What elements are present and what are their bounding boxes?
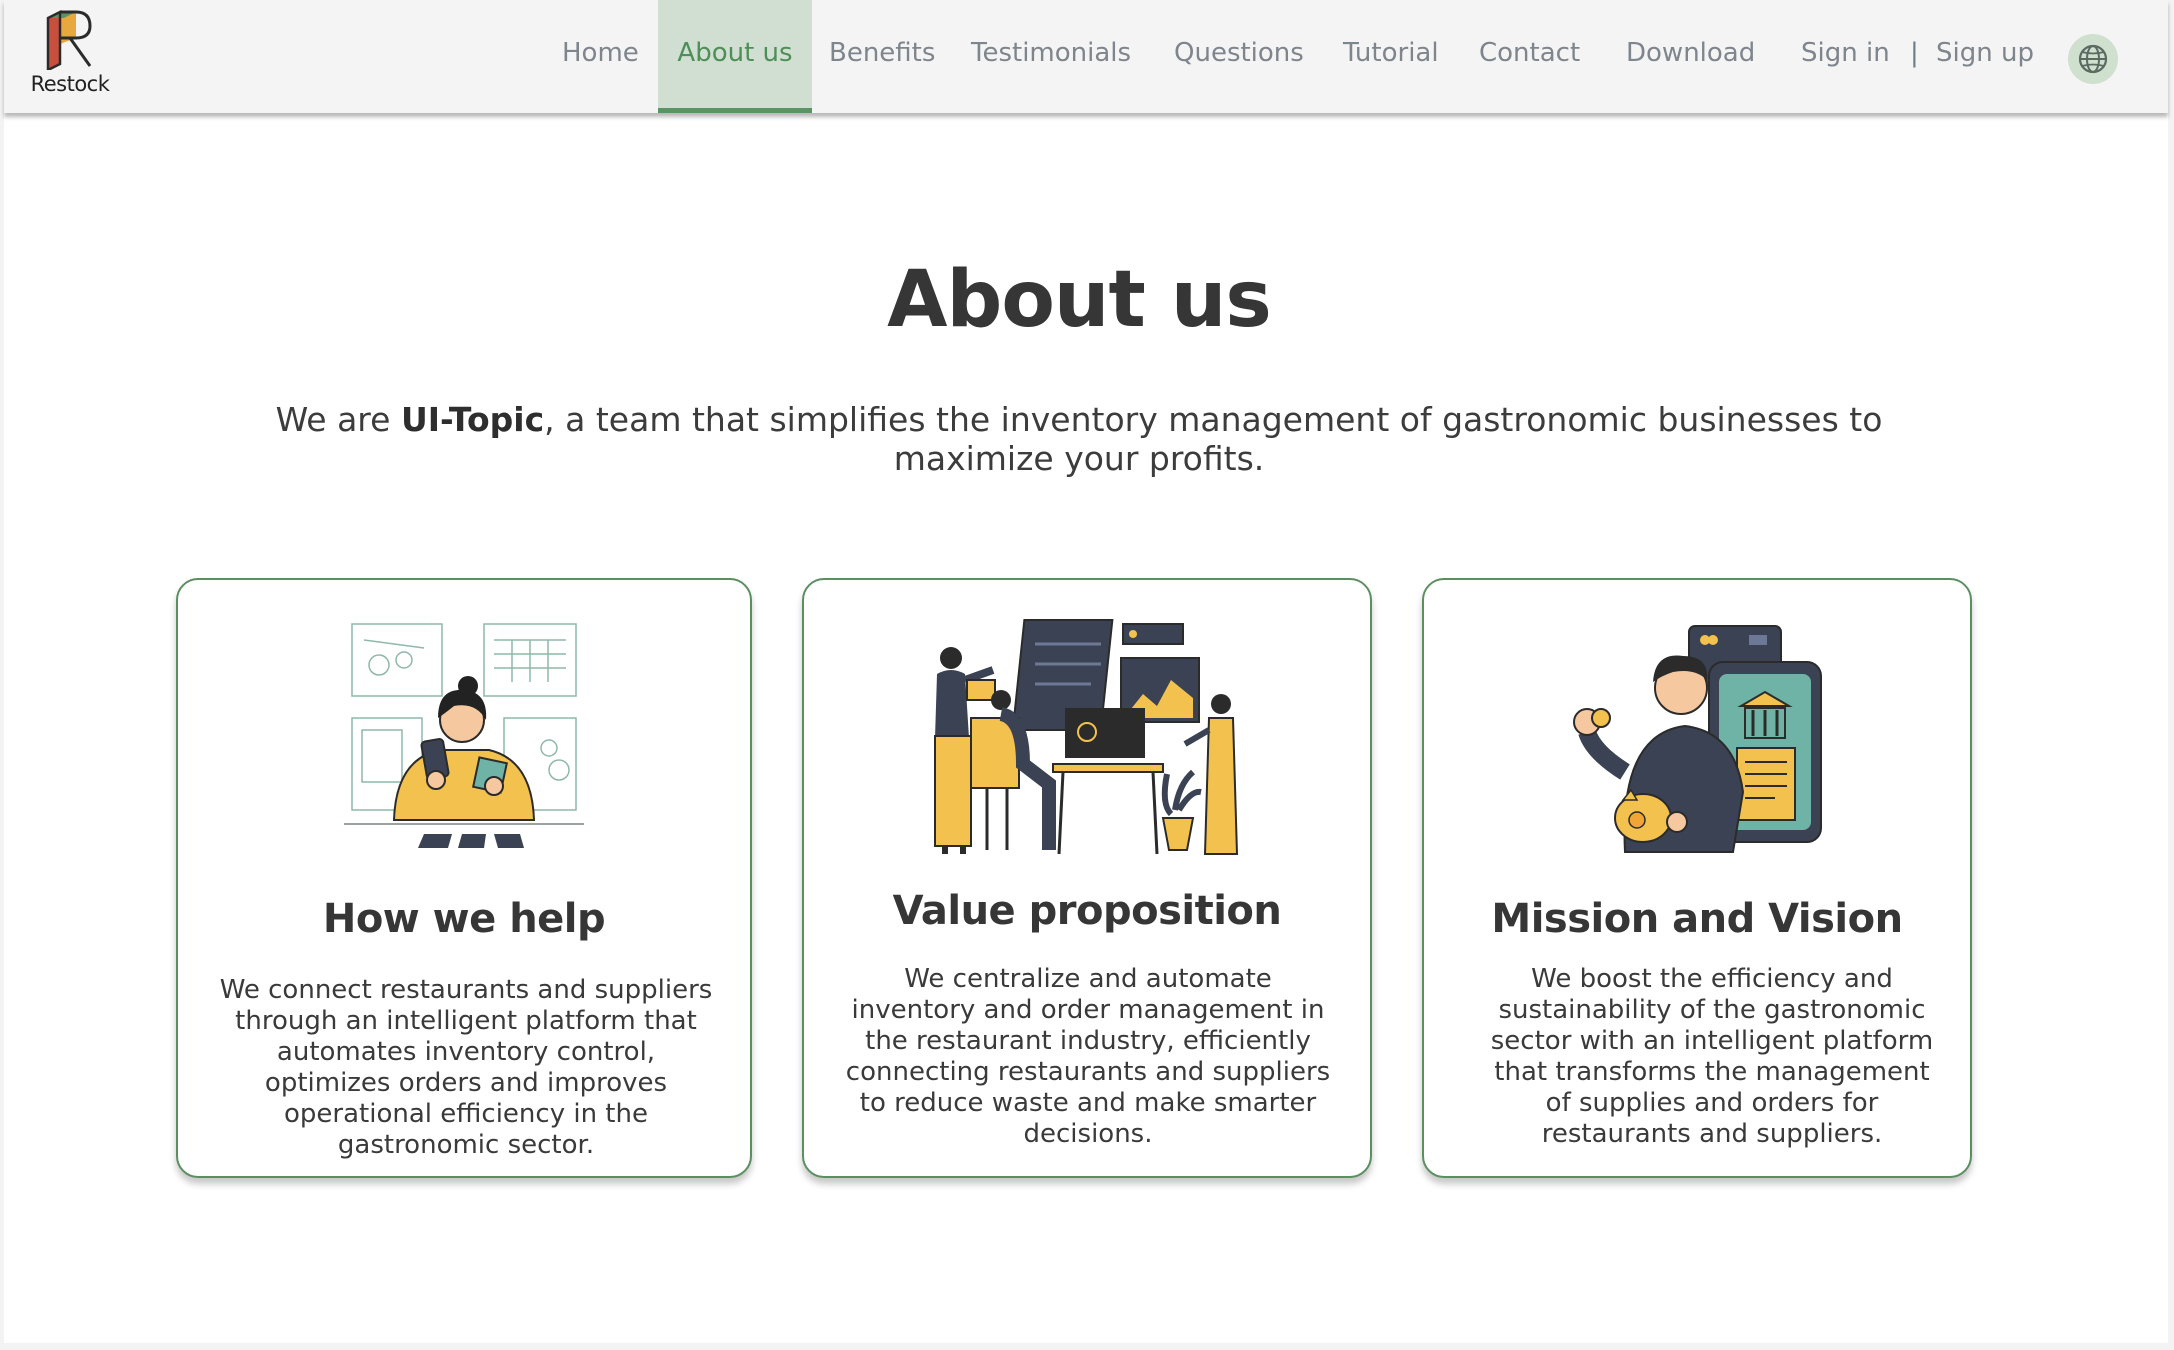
nav-benefits[interactable]: Benefits: [829, 0, 935, 113]
nav-download[interactable]: Download: [1626, 0, 1755, 113]
card-text: We connect restaurants and suppliers thr…: [219, 975, 713, 1160]
card-title: Value proposition: [892, 888, 1282, 934]
sign-in-link[interactable]: Sign in: [1801, 0, 1890, 113]
card-title: Mission and Vision: [1491, 896, 1903, 942]
restock-logo-icon: [46, 10, 92, 70]
page-title: About us: [887, 255, 1272, 345]
nav-tutorial[interactable]: Tutorial: [1343, 0, 1439, 113]
brand-name: Restock: [30, 72, 110, 96]
sign-up-link[interactable]: Sign up: [1936, 0, 2034, 113]
nav-home[interactable]: Home: [562, 0, 639, 113]
card-how-we-help: How we help We connect restaurants and s…: [176, 578, 752, 1178]
nav-testimonials[interactable]: Testimonials: [971, 0, 1131, 113]
intro-prefix: We are: [275, 400, 401, 439]
woman-with-phone-and-cash-illustration: [344, 623, 584, 848]
page: Restock Home About us Benefits Testimoni…: [4, 0, 2168, 1343]
language-selector-button[interactable]: [2068, 34, 2118, 84]
globe-icon: [2078, 44, 2108, 74]
intro-text: We are UI-Topic, a team that simplifies …: [234, 400, 1924, 478]
card-title: How we help: [322, 896, 606, 942]
team-name: UI-Topic: [400, 400, 545, 439]
nav-questions[interactable]: Questions: [1174, 0, 1304, 113]
brand-logo[interactable]: Restock: [24, 10, 116, 102]
card-text: We centralize and automate inventory and…: [845, 964, 1331, 1149]
team-with-dashboard-illustration: [934, 619, 1239, 855]
card-mission-and-vision: Mission and Vision We boost the efficien…: [1422, 578, 1972, 1178]
nav-contact[interactable]: Contact: [1479, 0, 1580, 113]
card-text: We boost the efficiency and sustainabili…: [1490, 964, 1934, 1149]
intro-suffix: , a team that simplifies the inventory m…: [544, 400, 1883, 478]
nav-about-us[interactable]: About us: [658, 0, 812, 113]
man-with-piggy-bank-and-banking-app-illustration: [1573, 625, 1822, 853]
top-navigation: Restock Home About us Benefits Testimoni…: [4, 0, 2168, 113]
auth-separator: |: [1910, 38, 1919, 68]
card-value-proposition: Value proposition We centralize and auto…: [802, 578, 1372, 1178]
